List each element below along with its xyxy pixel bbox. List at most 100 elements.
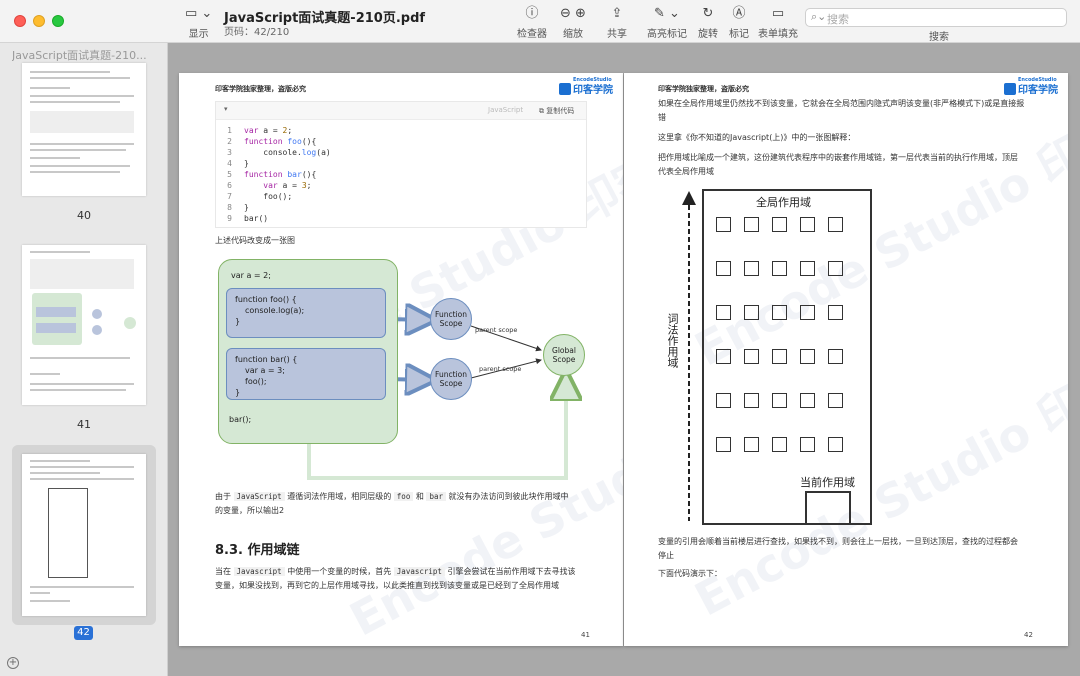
pdf-page-41: Encode Studio 印客学院 Encode Studio 印客学院 印客…	[179, 73, 623, 646]
building-window	[744, 393, 759, 408]
building-window	[772, 349, 787, 364]
building-window	[828, 437, 843, 452]
highlighter-icon: ✎ ⌄	[654, 6, 680, 21]
page-header: 印客学院独家整理，盗版必究	[658, 85, 749, 93]
markup-button[interactable]: Ⓐ 标记	[729, 4, 749, 40]
paragraph: 错	[658, 113, 666, 122]
pdf-page-42: Encode Studio 印客学院 Encode Studio 印客学院 印客…	[624, 73, 1068, 646]
building-window	[800, 217, 815, 232]
building-window	[744, 217, 759, 232]
building-window	[772, 393, 787, 408]
rotate-button[interactable]: ↻ 旋转	[698, 4, 718, 40]
inspector-button[interactable]: ⓘ 检查器	[517, 4, 547, 40]
function-scope-circle: Function Scope	[430, 358, 472, 400]
global-scope-circle: Global Scope	[543, 334, 585, 376]
zoom-icon: ⊖ ⊕	[560, 6, 586, 21]
sidebar-toggle-label: 显示	[188, 29, 209, 40]
page-number-40: 40	[77, 209, 91, 222]
zoom-window-button[interactable]	[52, 15, 64, 27]
building-window	[828, 349, 843, 364]
paragraph: 变量，如果没找到，再到它的上层作用域寻找，以此类推直到找到该变量或是已经到了全局…	[215, 581, 559, 590]
building-window	[744, 261, 759, 276]
rotate-label: 旋转	[698, 29, 718, 40]
encode-studio-logo: 印客学院 EncodeStudio	[1004, 77, 1058, 96]
building-window	[800, 437, 815, 452]
building-window	[716, 349, 731, 364]
page-number-42-selected: 42	[74, 626, 93, 640]
foo-function-box: function foo() { console.log(a); }	[226, 288, 386, 338]
building-window	[828, 261, 843, 276]
page-number: 42	[1024, 631, 1033, 639]
paragraph: 由于 JavaScript 遵循词法作用域，相同层级的 foo 和 bar 就没…	[215, 492, 569, 501]
parent-scope-label: parent scope	[479, 365, 522, 373]
lexical-scope-label: 词法作用域	[666, 313, 679, 368]
building-window	[800, 393, 815, 408]
building-window	[716, 217, 731, 232]
page-thumbnail-41[interactable]	[22, 245, 146, 405]
preview-window: ▭ ⌄ 显示 JavaScript面试真题-210页.pdf 页码：42/210…	[0, 0, 1080, 676]
share-icon: ⇪	[611, 6, 623, 21]
current-scope-label: 当前作用域	[800, 476, 855, 489]
toolbar: ▭ ⌄ 显示 JavaScript面试真题-210页.pdf 页码：42/210…	[0, 0, 1080, 43]
zoom-label: 缩放	[562, 29, 583, 40]
diagram-var-line: var a = 2;	[231, 271, 271, 280]
function-scope-circle: Function Scope	[430, 298, 472, 340]
paragraph: 下面代码演示下：	[658, 569, 722, 578]
section-heading: 8.3. 作用域链	[215, 543, 300, 558]
highlight-button[interactable]: ✎ ⌄ 高亮标记	[647, 4, 687, 40]
add-page-icon[interactable]: +	[7, 657, 19, 669]
bar-function-box: function bar() { var a = 3; foo(); }	[226, 348, 386, 400]
building-window	[772, 261, 787, 276]
search-placeholder: 搜索	[827, 13, 849, 26]
page-thumbnail-42[interactable]	[22, 454, 146, 616]
building-window	[716, 305, 731, 320]
paragraph: 如果在全局作用域里仍然找不到该变量，它就会在全局范围内隐式声明该变量(非严格模式…	[658, 99, 1025, 108]
minimize-window-button[interactable]	[33, 15, 45, 27]
building-door	[805, 491, 851, 523]
page-indicator: 页码：42/210	[224, 27, 290, 38]
markup-icon: Ⓐ	[732, 6, 746, 21]
highlight-label: 高亮标记	[647, 29, 687, 40]
paragraph: 变量的引用会顺着当前楼层进行查找，如果找不到，则会往上一层找，一旦到达顶层，查找…	[658, 537, 1018, 546]
building-window	[744, 305, 759, 320]
page-number: 41	[581, 631, 590, 639]
building-window	[716, 393, 731, 408]
building-window	[828, 217, 843, 232]
form-fill-button[interactable]: ▭ 表单填充	[758, 4, 798, 40]
paragraph: 这里拿《你不知道的Javascript(上)》中的一张图解释：	[658, 133, 856, 142]
sidebar-icon: ▭ ⌄	[185, 6, 213, 21]
paragraph: 的变量，所以输出2	[215, 506, 285, 515]
thumbnail-sidebar: JavaScript面试真题-210... 40 41 42 +	[0, 43, 168, 676]
building-window	[800, 349, 815, 364]
building-window	[772, 437, 787, 452]
upward-arrow	[682, 191, 696, 521]
page-thumbnail-40[interactable]	[22, 63, 146, 196]
form-fill-label: 表单填充	[758, 29, 798, 40]
parent-scope-label: parent scope	[475, 326, 518, 334]
paragraph: 代表全局作用域	[658, 167, 714, 176]
building-window	[716, 437, 731, 452]
close-window-button[interactable]	[14, 15, 26, 27]
building-window	[828, 305, 843, 320]
sidebar-toggle-button[interactable]: ▭ ⌄ 显示	[185, 4, 212, 40]
sidebar-title: JavaScript面试真题-210...	[12, 49, 147, 62]
global-scope-label: 全局作用域	[756, 196, 811, 209]
building-window	[744, 437, 759, 452]
zoom-button[interactable]: ⊖ ⊕ 缩放	[560, 4, 586, 40]
share-label: 共享	[607, 29, 627, 40]
info-icon: ⓘ	[525, 6, 539, 21]
building-window	[772, 217, 787, 232]
building-window	[828, 393, 843, 408]
building-window	[800, 305, 815, 320]
search-field[interactable]: ⌕⌄ 搜索	[805, 8, 1067, 27]
building-window	[800, 261, 815, 276]
paragraph: 停止	[658, 551, 674, 560]
building-window	[744, 349, 759, 364]
share-button[interactable]: ⇪ 共享	[607, 4, 627, 40]
building-window	[716, 261, 731, 276]
diagram-bar-call: bar();	[229, 415, 252, 424]
markup-label: 标记	[729, 29, 749, 40]
search-label: 搜索	[929, 32, 949, 43]
inspector-label: 检查器	[517, 29, 547, 40]
form-fill-icon: ▭	[771, 6, 785, 21]
